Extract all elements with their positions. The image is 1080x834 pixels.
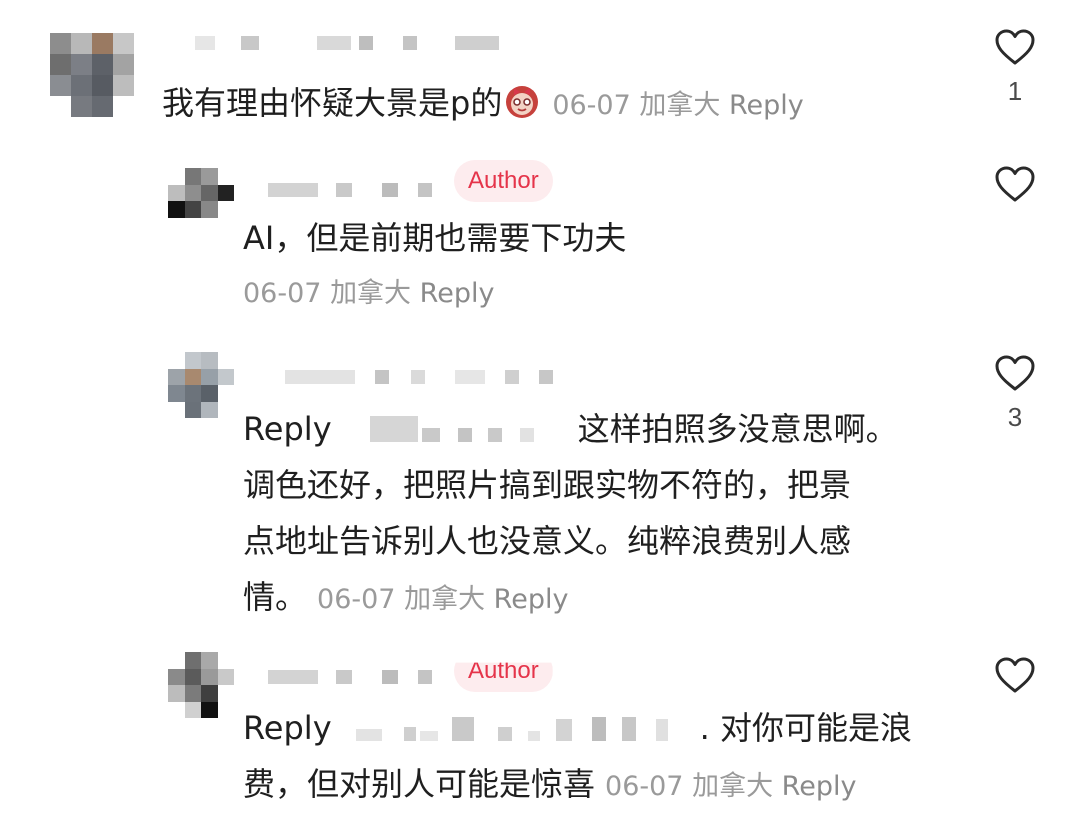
girl-face-emoji-icon	[502, 80, 542, 120]
mention-blurred[interactable]	[355, 715, 696, 745]
username-blurred[interactable]	[268, 670, 432, 684]
reply-button[interactable]: Reply	[782, 771, 857, 802]
comment-body-line-1: . 对你可能是浪	[699, 709, 912, 747]
comment-date: 06-07	[243, 278, 322, 309]
username-blurred[interactable]	[268, 183, 432, 197]
comment-body-line-2: 费，但对别人可能是惊喜	[243, 765, 596, 803]
comment-meta: 06-07 加拿大 Reply	[243, 266, 626, 322]
like-button[interactable]	[990, 656, 1040, 704]
reply-button[interactable]: Reply	[420, 278, 495, 309]
comment-location: 加拿大	[639, 90, 721, 121]
comment-location: 加拿大	[692, 771, 774, 802]
username-blurred[interactable]	[285, 370, 553, 384]
comment-2: Author AI，但是前期也需要下功夫 06-07 加拿大 Reply	[0, 140, 1080, 330]
reply-button[interactable]: Reply	[729, 90, 804, 121]
avatar[interactable]	[168, 652, 234, 718]
comment-3: Reply 这样拍照多没意思啊。 调色还好，把照片搞到跟实物不符的，把景 点地址告…	[0, 330, 1080, 630]
reply-button[interactable]: Reply	[494, 584, 569, 615]
comment-body-line-3: 点地址告诉别人也没意义。纯粹浪费别人感	[243, 522, 852, 560]
comment-text: Reply 这样拍照多没意思啊。 调色还好，把照片搞到跟实物不符的，把景 点地址告…	[243, 401, 943, 628]
comment-body-line-1: 这样拍照多没意思啊。	[577, 410, 898, 448]
like-button[interactable]: 3	[990, 354, 1040, 433]
comment-body-line-2: 调色还好，把照片搞到跟实物不符的，把景	[243, 466, 852, 504]
avatar[interactable]	[168, 352, 234, 418]
comment-text: AI，但是前期也需要下功夫 06-07 加拿大 Reply	[243, 210, 626, 322]
comment-text: 我有理由怀疑大景是p的 06-07 加拿大 Reply	[162, 75, 804, 134]
comment-text: Reply . 对你可能是浪 费，但对别人可能是惊喜 06-07 加拿大 Reply	[243, 700, 963, 815]
heart-outline-icon	[995, 166, 1035, 202]
comment-date: 06-07	[605, 771, 684, 802]
like-button[interactable]: 1	[990, 28, 1040, 107]
like-button[interactable]	[990, 165, 1040, 213]
comment-date: 06-07	[552, 90, 631, 121]
comment-body: 我有理由怀疑大景是p的	[162, 84, 503, 122]
heart-outline-icon	[995, 657, 1035, 693]
comment-location: 加拿大	[404, 584, 486, 615]
heart-outline-icon	[995, 355, 1035, 391]
mention-blurred[interactable]	[362, 416, 572, 446]
comment-date: 06-07	[317, 584, 396, 615]
comment-4: Author Reply . 对你可能是浪 费，但对别人可能是惊喜 06-07 加拿…	[0, 630, 1080, 834]
comment-location: 加拿大	[330, 278, 412, 309]
comment-meta: 06-07 加拿大 Reply	[317, 584, 568, 615]
avatar[interactable]	[50, 33, 134, 117]
reply-prefix: Reply	[243, 709, 332, 747]
reply-prefix: Reply	[243, 410, 332, 448]
username-blurred[interactable]	[195, 36, 499, 50]
comment-body: AI，但是前期也需要下功夫	[243, 219, 627, 257]
author-badge: Author	[454, 160, 553, 202]
comment-1: 我有理由怀疑大景是p的 06-07 加拿大 Reply 1	[0, 0, 1080, 140]
author-badge: Author	[454, 662, 553, 692]
comment-body-line-4: 情。	[243, 578, 308, 616]
avatar[interactable]	[168, 168, 234, 219]
heart-outline-icon	[995, 29, 1035, 65]
like-count: 3	[1007, 402, 1023, 432]
comment-meta: 06-07 加拿大 Reply	[605, 771, 856, 802]
like-count: 1	[1007, 76, 1023, 106]
comment-meta: 06-07 加拿大 Reply	[552, 90, 803, 121]
